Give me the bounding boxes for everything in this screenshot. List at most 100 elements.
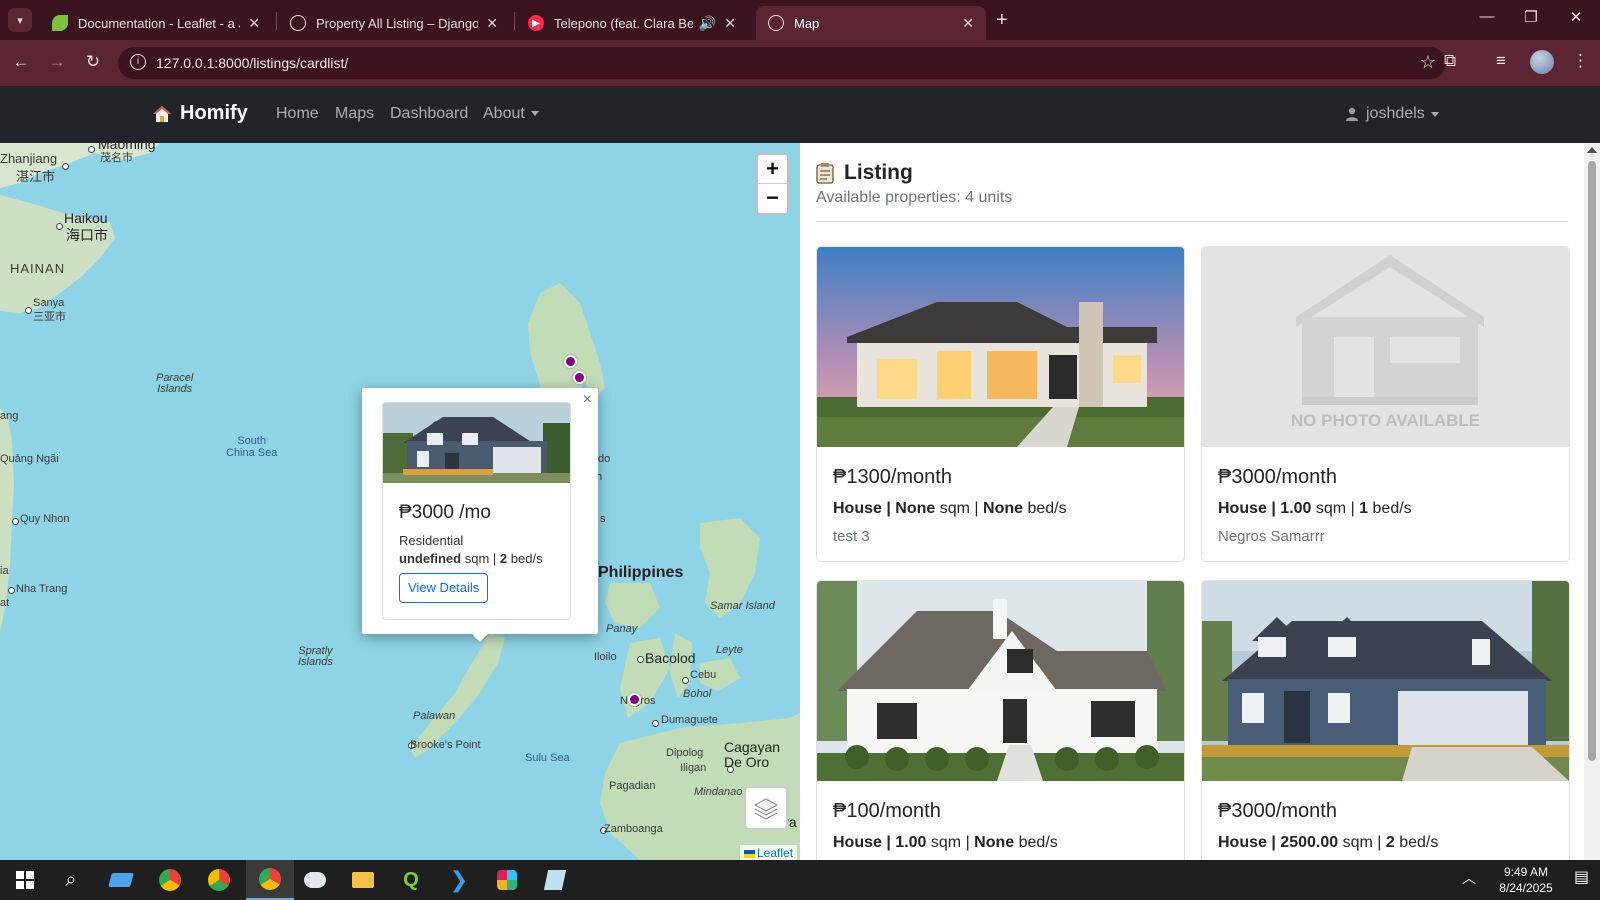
city-dot — [62, 163, 69, 170]
listing-scrollbar[interactable] — [1584, 143, 1600, 860]
city-dot — [682, 677, 689, 684]
card-area-unit: sqm | — [930, 834, 970, 851]
url-text[interactable]: 127.0.0.1:8000/listings/cardlist/ — [156, 55, 348, 71]
reload-icon[interactable]: ↻ — [82, 52, 104, 72]
tab-close-icon[interactable]: ✕ — [724, 15, 736, 32]
bookmark-star-icon[interactable]: ☆ — [1420, 52, 1436, 73]
nav-maps[interactable]: Maps — [335, 105, 374, 123]
chrome-icon[interactable] — [157, 868, 183, 892]
attribution-link[interactable]: Leaflet — [757, 846, 793, 860]
app-icon-blue[interactable] — [108, 868, 134, 892]
address-bar[interactable]: i 127.0.0.1:8000/listings/cardlist/ ☆ — [118, 47, 1446, 79]
user-menu-dropdown[interactable]: joshdels — [1345, 105, 1439, 123]
property-image — [817, 581, 1184, 781]
chrome-profile-icon[interactable] — [206, 868, 232, 892]
map-label: Iloilo — [594, 651, 617, 663]
app-icon-cloud[interactable] — [302, 868, 328, 892]
card-beds: 1 — [1359, 500, 1369, 517]
property-image — [817, 247, 1184, 447]
forward-icon[interactable]: → — [46, 52, 68, 72]
map-label: 海口市 — [66, 227, 108, 243]
chrome-active-icon[interactable] — [246, 860, 294, 900]
property-marker[interactable] — [628, 693, 641, 706]
speaker-icon[interactable]: 🔊 — [699, 15, 716, 32]
map-label: 湛江市 — [16, 169, 56, 184]
map-label: Bohol — [683, 688, 712, 700]
tab-title: Property All Listing – Django RE — [316, 15, 479, 31]
clock-date: 8/24/2025 — [1499, 881, 1553, 895]
tab-search-button[interactable]: ▾ — [8, 8, 32, 32]
scroll-up-arrow-icon[interactable] — [1587, 147, 1597, 153]
map-label: Mindanao — [694, 786, 743, 798]
property-marker[interactable] — [564, 355, 577, 368]
map-attribution[interactable]: Leaflet — [740, 845, 798, 860]
back-icon[interactable]: ← — [10, 52, 32, 72]
popup-close-icon[interactable]: × — [583, 391, 592, 409]
zoom-control: + − — [756, 153, 789, 215]
property-card[interactable]: ₱3000/month House | 2500.00 sqm | 2 bed/… — [1201, 580, 1570, 860]
clock[interactable]: 9:49 AM 8/24/2025 — [1486, 864, 1566, 896]
zoom-in-button[interactable]: + — [758, 155, 787, 184]
qgis-icon[interactable]: Q — [398, 868, 424, 892]
search-icon[interactable]: ⌕ — [58, 868, 84, 892]
layers-control-button[interactable] — [744, 786, 788, 830]
tab-property-listing[interactable]: Property All Listing – Django RE ✕ — [278, 6, 510, 40]
popup-tip — [470, 632, 490, 642]
city-dot — [25, 307, 32, 314]
map-label: Leyte — [716, 644, 743, 656]
tab-leaflet-docs[interactable]: Documentation - Leaflet - a Jav ✕ — [40, 6, 272, 40]
close-window-icon[interactable]: ✕ — [1561, 8, 1591, 26]
brand-name: Homify — [180, 102, 248, 124]
card-type: House — [1218, 834, 1267, 851]
windows-taskbar: ⌕ Q ❯ ︿ 9:49 AM 8/24/2025 ▤ — [0, 860, 1600, 900]
tab-close-icon[interactable]: ✕ — [962, 15, 974, 32]
map-label: Dumaguete — [661, 714, 718, 726]
clipboard-icon — [816, 163, 834, 184]
file-explorer-icon[interactable] — [350, 868, 376, 892]
card-location: Negros Samarrr — [1218, 528, 1325, 545]
tab-telepono[interactable]: ▶ Telepono (feat. Clara Benin) 🔊 ✕ — [516, 6, 748, 40]
app-icon-notes[interactable] — [542, 868, 568, 892]
map-view[interactable]: Maoming 茂名市 Zhanjiang 湛江市 Haikou 海口市 HAI… — [0, 143, 800, 860]
slack-icon[interactable] — [494, 868, 520, 892]
city-dot — [12, 518, 19, 525]
property-card[interactable]: ₱100/month House | 1.00 sqm | None bed/s — [816, 580, 1185, 860]
card-area-unit: sqm | — [939, 500, 979, 517]
popup-card: ₱3000 /mo Residential undefined sqm | 2 … — [382, 402, 571, 620]
menu-kebab-icon[interactable]: ⋮ — [1572, 51, 1589, 71]
tab-close-icon[interactable]: ✕ — [248, 15, 260, 32]
notifications-icon[interactable]: ▤ — [1574, 870, 1589, 886]
city-dot — [8, 587, 15, 594]
map-label: Samar Island — [710, 600, 775, 612]
profile-avatar[interactable] — [1530, 50, 1554, 74]
property-marker[interactable] — [573, 371, 586, 384]
vscode-icon[interactable]: ❯ — [446, 867, 472, 892]
property-card[interactable]: NO PHOTO AVAILABLE ₱3000/month House | 1… — [1201, 246, 1570, 562]
popup-area-unit: sqm | — [464, 551, 497, 566]
restore-icon[interactable]: ❐ — [1516, 8, 1546, 26]
windows-start-icon[interactable] — [12, 868, 38, 892]
property-card[interactable]: ₱1300/month House | None sqm | None bed/… — [816, 246, 1185, 562]
browser-toolbar: ← → ↻ i 127.0.0.1:8000/listings/cardlist… — [0, 40, 1600, 86]
city-dot — [56, 223, 63, 230]
map-label: Pagadian — [609, 780, 656, 792]
show-hidden-icons-chevron-icon[interactable]: ︿ — [1462, 870, 1476, 886]
view-details-button[interactable]: View Details — [399, 573, 489, 603]
nav-home[interactable]: Home — [276, 105, 319, 123]
minimize-icon[interactable]: — — [1472, 8, 1502, 25]
brand-logo[interactable]: Homify — [152, 102, 248, 125]
site-info-icon[interactable]: i — [130, 54, 146, 70]
nav-dashboard[interactable]: Dashboard — [390, 105, 468, 123]
extensions-icon[interactable]: ⧉ — [1444, 51, 1456, 71]
media-control-icon[interactable]: ≡ — [1496, 51, 1506, 71]
tab-close-icon[interactable]: ✕ — [486, 15, 498, 32]
zoom-out-button[interactable]: − — [758, 184, 787, 213]
scrollbar-thumb[interactable] — [1588, 161, 1596, 761]
popup-specs: undefined sqm | 2 bed/s — [399, 551, 543, 566]
new-tab-button[interactable]: + — [996, 9, 1008, 32]
nav-about-dropdown[interactable]: About — [483, 105, 539, 123]
map-label: Spratly Islands — [298, 645, 333, 668]
tab-map[interactable]: Map ✕ — [756, 6, 986, 40]
map-label: do — [598, 453, 611, 465]
popup-house-image — [383, 403, 570, 483]
